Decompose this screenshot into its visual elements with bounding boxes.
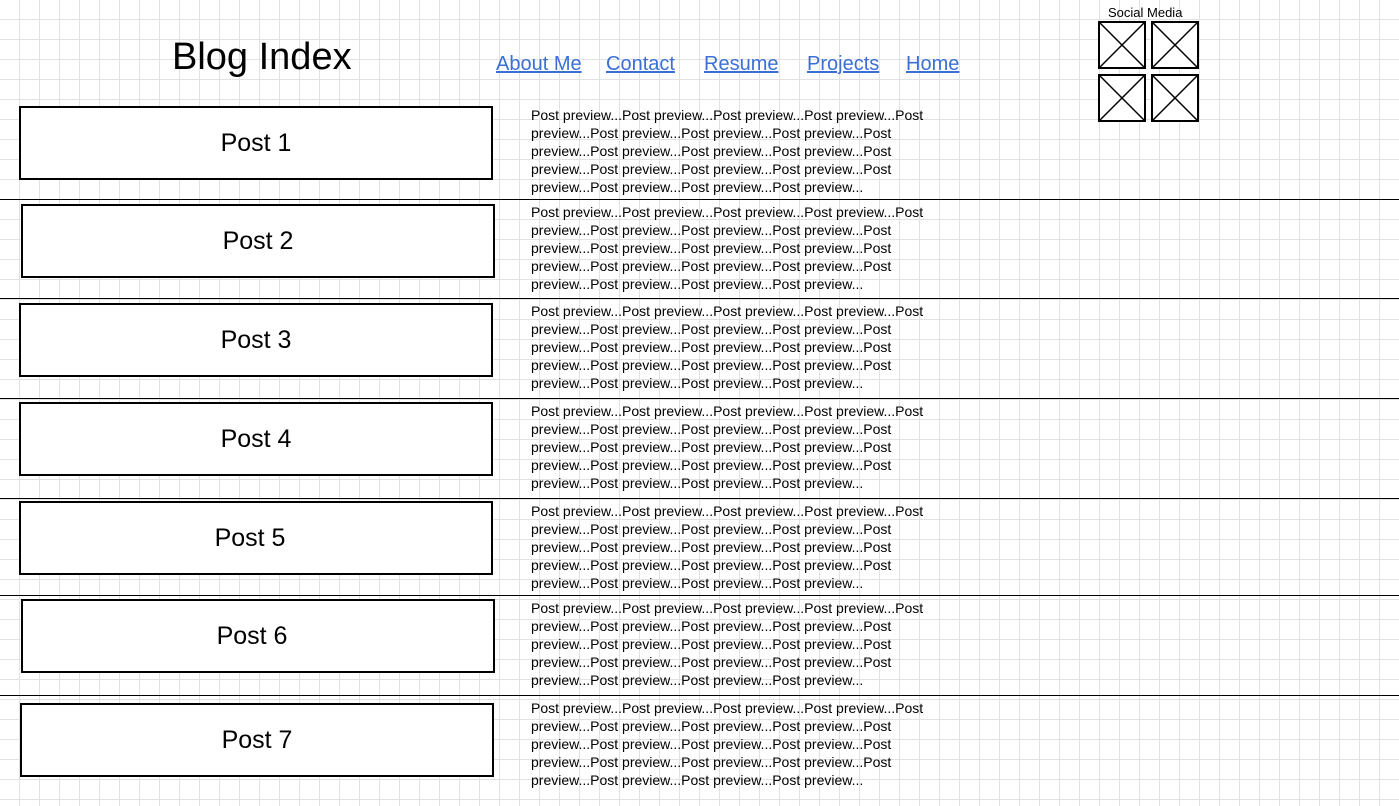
post-link-2[interactable]: Post 2 [21,204,495,278]
social-media-link-3[interactable] [1098,74,1146,122]
post-link-6[interactable]: Post 6 [21,599,495,673]
page-title: Blog Index [172,36,352,78]
post-link-1[interactable]: Post 1 [19,106,493,180]
image-placeholder-icon [1153,23,1197,67]
post-title: Post 6 [216,621,288,650]
post-preview: Post preview...Post preview...Post previ… [531,503,924,591]
post-link-7[interactable]: Post 7 [20,703,494,777]
post-title: Post 3 [220,325,292,354]
post-divider [0,595,1399,596]
post-preview: Post preview...Post preview...Post previ… [531,600,924,688]
post-divider [0,199,1399,200]
social-media-link-2[interactable] [1151,21,1199,69]
post-divider [0,498,1399,499]
social-media-link-1[interactable] [1098,21,1146,69]
social-media-link-4[interactable] [1151,74,1199,122]
social-media-label: Social Media [1108,5,1183,20]
post-preview: Post preview...Post preview...Post previ… [531,107,924,195]
post-preview: Post preview...Post preview...Post previ… [531,700,924,788]
post-title: Post 7 [221,725,293,754]
post-divider [0,298,1399,299]
post-divider [0,398,1399,399]
post-preview: Post preview...Post preview...Post previ… [531,403,924,491]
post-title: Post 1 [220,128,292,157]
nav-link-contact[interactable]: Contact [606,52,675,76]
image-placeholder-icon [1100,76,1144,120]
image-placeholder-icon [1153,76,1197,120]
post-preview: Post preview...Post preview...Post previ… [531,303,924,391]
post-link-4[interactable]: Post 4 [19,402,493,476]
image-placeholder-icon [1100,23,1144,67]
post-link-5[interactable]: Post 5 [19,501,493,575]
post-divider [0,695,1399,696]
post-title: Post 4 [220,424,292,453]
nav-link-resume[interactable]: Resume [704,52,778,76]
post-title: Post 2 [222,226,294,255]
post-link-3[interactable]: Post 3 [19,303,493,377]
nav-link-about-me[interactable]: About Me [496,52,582,76]
nav-link-home[interactable]: Home [906,52,959,76]
post-title: Post 5 [214,523,286,552]
post-preview: Post preview...Post preview...Post previ… [531,204,924,292]
nav-link-projects[interactable]: Projects [807,52,879,76]
